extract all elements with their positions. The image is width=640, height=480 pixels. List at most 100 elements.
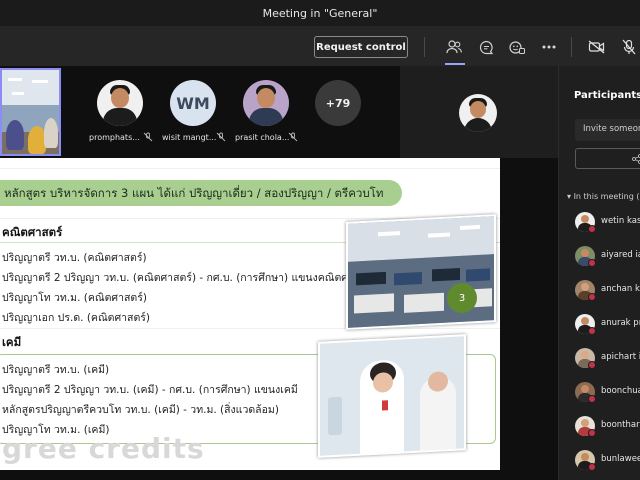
status-busy-icon [588,327,596,335]
status-busy-icon [588,463,596,471]
avatar-body [464,118,492,132]
participant-name: anchan ka [601,284,640,294]
mic-off-icon [216,132,226,142]
more-icon[interactable] [538,36,560,58]
participants-panel: Participants Invite someone ▾ In this me… [558,66,640,480]
toolbar-divider [424,37,425,57]
video-light [8,78,22,81]
chemistry-lab-photo [318,334,466,458]
avatar-self [459,94,497,132]
photo-sample [382,400,388,411]
mic-off-icon [143,132,153,142]
section-heading-chemistry: เคมี [2,335,22,349]
meeting-toolbar: Request control [0,26,640,66]
avatar-face [581,419,589,427]
status-busy-icon [588,225,596,233]
avatar-face [257,88,275,108]
status-busy-icon [588,293,596,301]
program-item: ปริญญาโท วท.ม. (คณิตศาสตร์) [2,292,147,304]
program-item: ปริญญาตรี วท.บ. (คณิตศาสตร์) [2,252,147,264]
status-busy-icon [588,259,596,267]
self-video-tile[interactable] [400,66,558,158]
participant-name: promphats... [89,133,140,142]
avatar-promphats[interactable] [97,80,143,126]
avatar-face [581,385,589,393]
avatar-face [470,101,486,118]
mic-off-icon [288,132,298,142]
participant-name: prasit chola... [235,133,290,142]
avatar-body [103,108,137,126]
avatar-prasit[interactable] [243,80,289,126]
speaker-video-tile[interactable] [0,68,61,156]
photo-monitor [466,268,490,282]
participant-name: boontharie [601,420,640,430]
people-icon[interactable] [443,36,465,58]
participant-row[interactable]: wetin kase [575,212,640,238]
slide-watermark: gree credits [2,432,205,465]
program-item: ปริญญาตรี วท.บ. (เคมี) [2,364,110,376]
photo-bottle [328,396,342,436]
invite-input[interactable]: Invite someone [575,119,640,141]
program-item: ปริญญาตรี 2 ปริญญา วท.บ. (คณิตศาสตร์) - … [2,272,373,284]
panel-title: Participants [574,90,640,101]
participant-name: wisit mangt... [162,133,217,142]
reactions-icon[interactable] [506,36,528,58]
slide-title: หลักสูตร บริหารจัดการ 3 แผน ได้แก่ ปริญญ… [4,186,384,200]
participant-row[interactable]: boontharie [575,416,640,442]
video-light [12,92,24,95]
active-tab-indicator [445,63,465,65]
status-busy-icon [588,429,596,437]
participant-row[interactable]: bunlawee [575,450,640,476]
participant-name: aiyared ia [601,250,640,260]
video-person [44,118,58,148]
participant-row[interactable]: boonchua [575,382,640,408]
avatar-face [581,249,589,257]
avatar-wisit[interactable]: WM [170,80,216,126]
request-control-button[interactable]: Request control [314,36,408,58]
participant-name: wetin kase [601,216,640,226]
toolbar-divider [571,37,572,57]
photo-monitor [354,293,394,314]
computer-lab-photo [346,214,496,330]
photo-monitor [432,267,460,282]
video-light [32,80,48,83]
teams-meeting-window: Meeting in "General" Request control pro… [0,0,640,480]
title-bar: Meeting in "General" [0,0,640,26]
more-participants-badge[interactable]: +79 [315,80,361,126]
participant-row[interactable]: anchan ka [575,280,640,306]
mic-off-icon[interactable] [618,36,640,58]
photo-monitor [356,271,386,286]
photo-monitor [394,271,422,286]
photo-monitor [404,292,444,313]
video-person [6,120,24,150]
avatar-body [249,108,283,126]
slide-texture [0,168,500,169]
video-ceiling [2,70,59,105]
camera-off-icon[interactable] [586,36,608,58]
avatar-face [581,453,589,461]
program-item: ปริญญาเอก ปร.ด. (คณิตศาสตร์) [2,312,151,324]
slide-page-number: 3 [447,283,477,313]
participant-row[interactable]: aiyared ia [575,246,640,272]
status-busy-icon [588,395,596,403]
section-heading-math: คณิตศาสตร์ [2,225,63,239]
avatar-face [581,215,589,223]
chat-icon[interactable] [475,36,497,58]
share-invite-button[interactable] [575,148,640,169]
share-icon [632,154,640,164]
avatar-face [111,88,129,108]
avatar-face [581,351,589,359]
window-title: Meeting in "General" [262,6,378,20]
participant-name: bunlawee [601,454,640,464]
program-item: ปริญญาตรี 2 ปริญญา วท.บ. (เคมี) - กศ.บ. … [2,384,298,396]
status-busy-icon [588,361,596,369]
participant-name: anurak pra [601,318,640,328]
program-item: หลักสูตรปริญญาตรีควบโท วท.บ. (เคมี) - วท… [2,404,279,416]
participant-row[interactable]: apichart in [575,348,640,374]
slide-texture [0,328,500,329]
in-meeting-label: In this meeting (84) [573,192,640,201]
participant-row[interactable]: anurak pra [575,314,640,340]
avatar-face [581,283,589,291]
participant-name: boonchua [601,386,640,396]
in-meeting-header[interactable]: ▾ In this meeting (84) [567,192,640,201]
